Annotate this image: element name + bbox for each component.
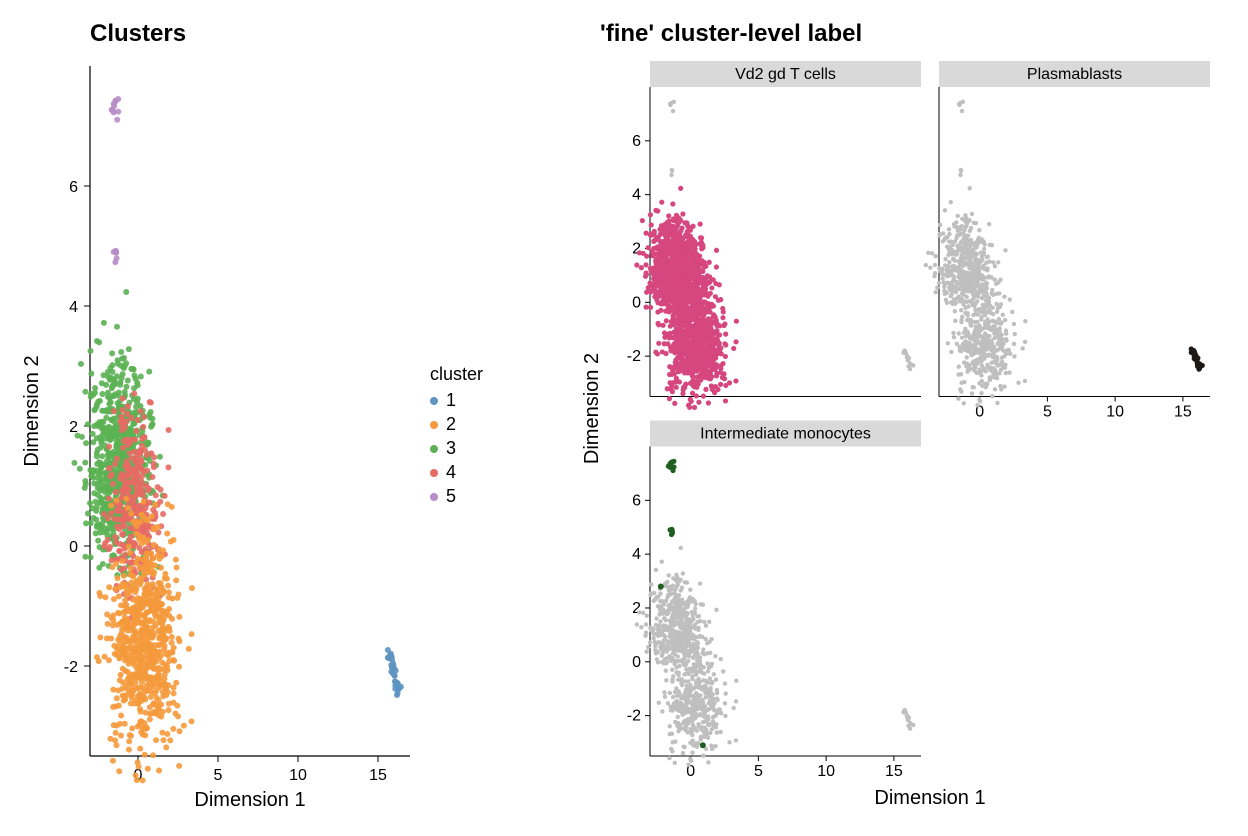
- svg-text:-2: -2: [64, 659, 78, 676]
- right-title: 'fine' cluster-level label: [600, 20, 1220, 48]
- legend-item: 1: [430, 389, 483, 413]
- svg-text:5: 5: [754, 763, 763, 780]
- svg-text:Intermediate monocytes: Intermediate monocytes: [700, 426, 871, 443]
- svg-text:Plasmablasts: Plasmablasts: [1027, 66, 1122, 83]
- clusters-plot: 051015-20246Dimension 1Dimension 2: [20, 56, 420, 816]
- svg-text:6: 6: [632, 492, 641, 509]
- left-panel: Clusters 051015-20246Dimension 1Dimensio…: [20, 20, 540, 816]
- svg-text:15: 15: [1174, 404, 1192, 421]
- svg-text:6: 6: [69, 179, 78, 196]
- svg-text:Dimension 1: Dimension 1: [194, 789, 305, 811]
- legend-item: 5: [430, 485, 483, 509]
- svg-text:4: 4: [632, 187, 641, 204]
- svg-text:Dimension 2: Dimension 2: [581, 353, 603, 464]
- right-panel: 'fine' cluster-level label Dimension 2 Di…: [580, 20, 1220, 816]
- legend-label: 1: [446, 390, 456, 411]
- svg-text:0: 0: [632, 654, 641, 671]
- svg-text:15: 15: [369, 767, 387, 784]
- legend-label: 2: [446, 414, 456, 435]
- svg-text:Dimension 1: Dimension 1: [874, 787, 985, 809]
- legend-label: 3: [446, 438, 456, 459]
- svg-text:0: 0: [69, 539, 78, 556]
- svg-text:4: 4: [69, 299, 78, 316]
- legend-item: 3: [430, 437, 483, 461]
- svg-text:6: 6: [632, 133, 641, 150]
- legend-item: 2: [430, 413, 483, 437]
- legend-dot-icon: [430, 397, 438, 405]
- svg-text:10: 10: [817, 763, 835, 780]
- left-title: Clusters: [90, 20, 540, 48]
- legend-dot-icon: [430, 421, 438, 429]
- legend-item: 4: [430, 461, 483, 485]
- svg-text:15: 15: [885, 763, 903, 780]
- svg-text:-2: -2: [627, 708, 641, 725]
- svg-text:-2: -2: [627, 348, 641, 365]
- legend-title: cluster: [430, 364, 483, 385]
- left-plot-wrap: 051015-20246Dimension 1Dimension 2 clust…: [20, 56, 540, 816]
- legend-label: 5: [446, 486, 456, 507]
- legend-label: 4: [446, 462, 456, 483]
- legend-dot-icon: [430, 493, 438, 501]
- svg-text:4: 4: [632, 546, 641, 563]
- svg-text:10: 10: [1106, 404, 1124, 421]
- svg-text:5: 5: [214, 767, 223, 784]
- figure-layout: Clusters 051015-20246Dimension 1Dimensio…: [20, 20, 1228, 816]
- svg-text:0: 0: [632, 294, 641, 311]
- svg-text:5: 5: [1043, 404, 1052, 421]
- svg-text:Dimension 2: Dimension 2: [21, 355, 43, 466]
- facet-plot: Dimension 2Dimension 1Vd2 gd T cells-202…: [580, 56, 1220, 816]
- legend-dot-icon: [430, 445, 438, 453]
- legend-dot-icon: [430, 469, 438, 477]
- legend: cluster 1 2 3 4 5: [430, 364, 483, 509]
- svg-text:10: 10: [289, 767, 307, 784]
- svg-text:Vd2 gd T cells: Vd2 gd T cells: [735, 66, 836, 83]
